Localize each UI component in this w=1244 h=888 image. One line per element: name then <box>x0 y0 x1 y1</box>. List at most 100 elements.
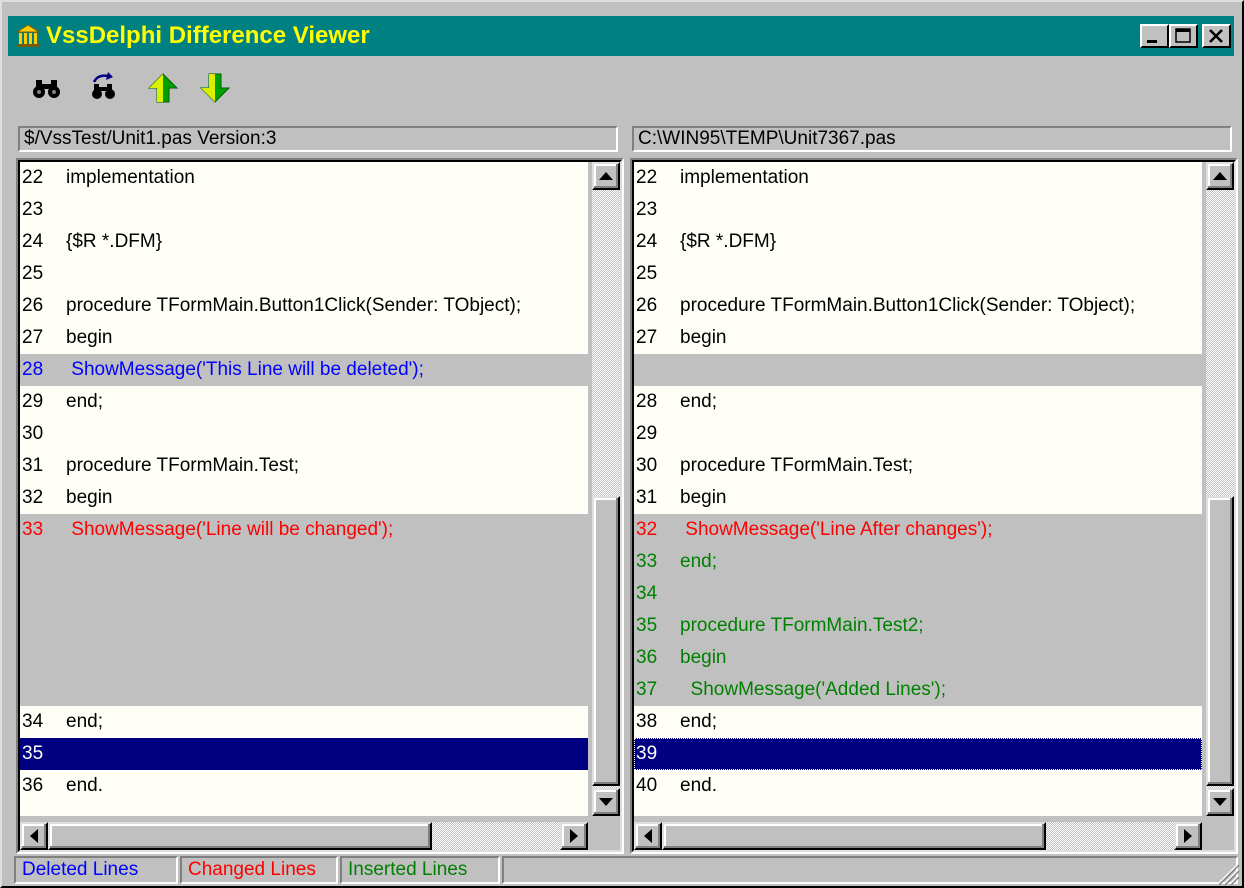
inserted-line[interactable]: 35 procedure TFormMain.Test2; <box>634 610 1202 642</box>
line-number: 25 <box>22 263 44 284</box>
diff-placeholder-line[interactable] <box>20 674 588 706</box>
scroll-right-icon <box>1184 829 1192 843</box>
code-line[interactable]: 30 procedure TFormMain.Test; <box>634 450 1202 482</box>
line-number: 32 <box>22 487 44 508</box>
right-horizontal-scrollbar[interactable] <box>634 822 1202 850</box>
maximize-button[interactable] <box>1169 24 1198 48</box>
line-text: implementation <box>680 167 809 188</box>
inserted-line[interactable]: 36 begin <box>634 642 1202 674</box>
left-vertical-scrollbar[interactable] <box>592 162 620 816</box>
code-line[interactable]: 23 <box>634 194 1202 226</box>
left-horizontal-scroll-thumb[interactable] <box>48 822 432 850</box>
main-window: VssDelphi Difference Viewer $/VssTest/Un… <box>0 0 1244 888</box>
minimize-button[interactable] <box>1140 24 1169 48</box>
code-line[interactable]: 31 begin <box>634 482 1202 514</box>
maximize-icon <box>1175 28 1191 43</box>
next-difference-button[interactable] <box>198 70 232 106</box>
code-line[interactable]: 22 implementation <box>20 162 588 194</box>
changed-line[interactable]: 32 ShowMessage('Line After changes'); <box>634 514 1202 546</box>
right-scroll-left-button[interactable] <box>634 822 662 850</box>
code-line[interactable]: 27 begin <box>20 322 588 354</box>
line-text: ShowMessage('Line will be changed'); <box>66 519 394 540</box>
right-code-view[interactable]: 22 implementation 23 24 {$R *.DFM} 25 26 proced… <box>634 162 1202 816</box>
code-line[interactable]: 28 end; <box>634 386 1202 418</box>
find-next-button[interactable] <box>88 70 122 106</box>
scroll-up-icon <box>1213 172 1227 180</box>
line-number: 26 <box>636 295 658 316</box>
line-text: procedure TFormMain.Test2; <box>680 615 924 636</box>
diff-placeholder-line[interactable] <box>634 354 1202 386</box>
code-line[interactable]: 30 <box>20 418 588 450</box>
code-line[interactable]: 40 end. <box>634 770 1202 802</box>
line-number: 28 <box>22 359 44 380</box>
line-number: 24 <box>22 231 44 252</box>
previous-difference-button[interactable] <box>146 70 180 106</box>
line-text: procedure TFormMain.Test; <box>680 455 914 476</box>
left-scroll-down-button[interactable] <box>592 788 620 816</box>
line-number: 38 <box>636 711 658 732</box>
right-horizontal-scroll-thumb[interactable] <box>662 822 1046 850</box>
scroll-down-icon <box>599 798 613 806</box>
line-number: 31 <box>636 487 658 508</box>
line-text: end; <box>680 391 717 412</box>
resize-grip-icon[interactable] <box>1212 858 1240 886</box>
code-line[interactable]: 31 procedure TFormMain.Test; <box>20 450 588 482</box>
line-text: ShowMessage('Added Lines'); <box>680 679 947 700</box>
line-number: 23 <box>22 199 44 220</box>
deleted-line[interactable]: 28 ShowMessage('This Line will be delete… <box>20 354 588 386</box>
left-scroll-right-button[interactable] <box>560 822 588 850</box>
line-number: 22 <box>22 167 44 188</box>
diff-placeholder-line[interactable] <box>20 642 588 674</box>
scroll-up-icon <box>599 172 613 180</box>
inserted-line[interactable]: 34 <box>634 578 1202 610</box>
find-next-icon <box>92 72 115 99</box>
code-line[interactable]: 25 <box>20 258 588 290</box>
line-text: end. <box>66 775 103 796</box>
diff-placeholder-line[interactable] <box>20 578 588 610</box>
diff-placeholder-line[interactable] <box>20 610 588 642</box>
left-horizontal-scrollbar[interactable] <box>20 822 588 850</box>
building-icon <box>16 24 40 47</box>
selected-line[interactable]: 39 <box>634 738 1202 770</box>
left-code-view[interactable]: 22 implementation 23 24 {$R *.DFM} 25 26 proced… <box>20 162 588 816</box>
code-line[interactable]: 24 {$R *.DFM} <box>634 226 1202 258</box>
line-text: {$R *.DFM} <box>680 231 777 252</box>
left-vertical-scroll-thumb[interactable] <box>592 496 620 786</box>
code-line[interactable]: 34 end; <box>20 706 588 738</box>
title-bar[interactable]: VssDelphi Difference Viewer <box>8 16 1234 56</box>
inserted-line[interactable]: 37 ShowMessage('Added Lines'); <box>634 674 1202 706</box>
line-number: 27 <box>22 327 44 348</box>
scroll-left-icon <box>30 829 38 843</box>
inserted-line[interactable]: 33 end; <box>634 546 1202 578</box>
find-button[interactable] <box>30 70 64 106</box>
code-line[interactable]: 24 {$R *.DFM} <box>20 226 588 258</box>
left-scroll-up-button[interactable] <box>592 162 620 190</box>
right-scroll-right-button[interactable] <box>1174 822 1202 850</box>
right-scroll-down-button[interactable] <box>1206 788 1234 816</box>
code-line[interactable]: 26 procedure TFormMain.Button1Click(Sende… <box>20 290 588 322</box>
code-line[interactable]: 22 implementation <box>634 162 1202 194</box>
line-text: end; <box>680 551 717 572</box>
code-line[interactable]: 29 <box>634 418 1202 450</box>
line-number: 32 <box>636 519 658 540</box>
code-line[interactable]: 27 begin <box>634 322 1202 354</box>
changed-line[interactable]: 33 ShowMessage('Line will be changed'); <box>20 514 588 546</box>
code-line[interactable]: 29 end; <box>20 386 588 418</box>
left-scroll-left-button[interactable] <box>20 822 48 850</box>
close-button[interactable] <box>1202 24 1231 48</box>
code-line[interactable]: 32 begin <box>20 482 588 514</box>
arrow-up-icon <box>147 73 179 103</box>
diff-placeholder-line[interactable] <box>20 546 588 578</box>
right-vertical-scrollbar[interactable] <box>1206 162 1234 816</box>
code-line[interactable]: 26 procedure TFormMain.Button1Click(Sende… <box>634 290 1202 322</box>
line-number: 30 <box>636 455 658 476</box>
selected-line[interactable]: 35 <box>20 738 588 770</box>
code-line[interactable]: 38 end; <box>634 706 1202 738</box>
right-scroll-up-button[interactable] <box>1206 162 1234 190</box>
code-line[interactable]: 23 <box>20 194 588 226</box>
code-line[interactable]: 36 end. <box>20 770 588 802</box>
right-vertical-scroll-thumb[interactable] <box>1206 496 1234 786</box>
status-inserted-lines: Inserted Lines <box>340 856 500 884</box>
code-line[interactable]: 25 <box>634 258 1202 290</box>
line-number: 33 <box>22 519 44 540</box>
